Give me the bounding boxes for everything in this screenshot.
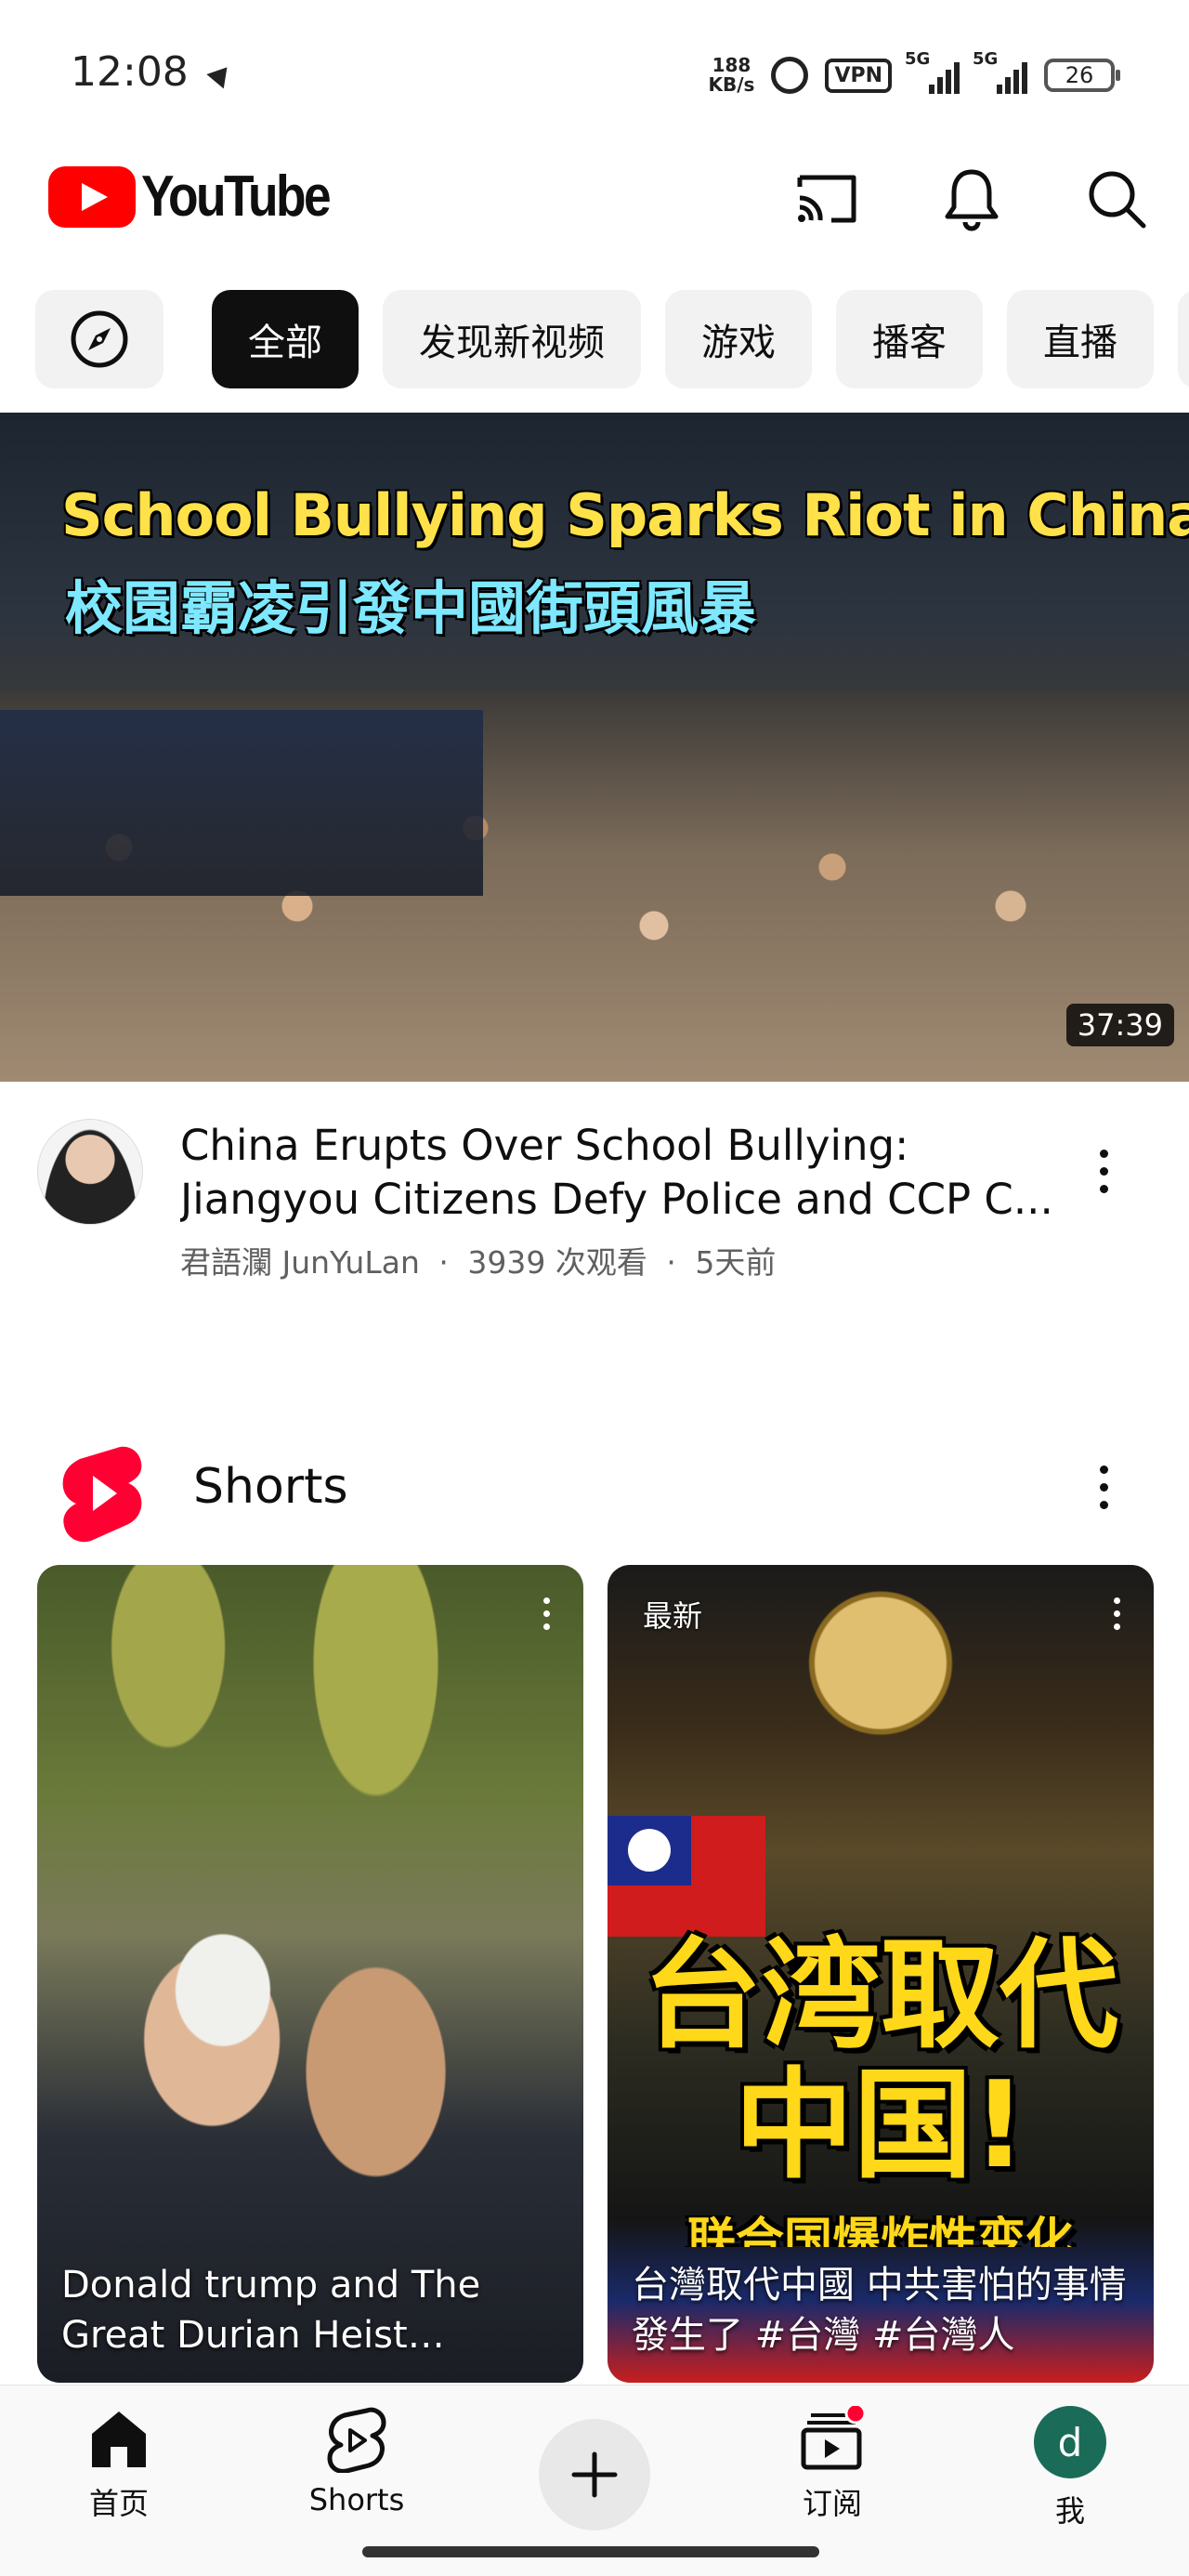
nav-subscriptions[interactable]: 订阅	[758, 2406, 907, 2545]
shorts-section-title: Shorts	[193, 1459, 348, 1515]
video-more-button[interactable]	[1076, 1134, 1131, 1208]
network-speed-value: 188	[712, 54, 751, 76]
location-arrow-icon	[206, 59, 236, 89]
signal-icon-2: 5G	[973, 49, 1027, 94]
view-count: 3939 次观看	[467, 1244, 647, 1281]
chip-discover-new[interactable]: 发现新视频	[383, 290, 641, 388]
meta-separator: ·	[666, 1244, 676, 1281]
battery-level: 26	[1065, 62, 1094, 88]
shorts-logo-icon	[59, 1442, 145, 1548]
thumbnail-title-zh: 校園霸凌引發中國街頭風暴	[65, 574, 757, 642]
account-avatar: d	[1034, 2406, 1106, 2478]
signal-icon-1: 5G	[905, 49, 960, 94]
category-chips: 全部 发现新视频 游戏 播客 直播	[0, 290, 1189, 388]
plus-icon	[571, 2451, 618, 2498]
status-icons: 188 KB/s VPN 5G 5G 26	[708, 49, 1120, 95]
nav-home-label: 首页	[88, 2486, 149, 2521]
upload-age: 5天前	[695, 1244, 777, 1281]
short-card-2[interactable]: 最新 台湾取代 中国! 联合国爆炸性变化 台灣取代中國 中共害怕的事情發生了 #…	[608, 1565, 1154, 2383]
compass-icon	[71, 310, 128, 368]
youtube-play-logo-icon	[48, 165, 136, 228]
notifications-button[interactable]	[934, 162, 1009, 236]
signal-label-2: 5G	[973, 49, 999, 69]
network-speed: 188 KB/s	[708, 56, 754, 95]
chip-podcasts[interactable]: 播客	[836, 290, 983, 388]
thumbnail-title-en: School Bullying Sparks Riot in China	[61, 481, 1189, 549]
app-header: YouTube	[0, 149, 1189, 251]
chip-more[interactable]	[1178, 290, 1189, 388]
nav-me[interactable]: d 我	[996, 2406, 1144, 2545]
chip-all[interactable]: 全部	[212, 290, 359, 388]
short-overlay-line-3: 联合国爆炸性变化	[686, 2215, 1074, 2247]
cast-icon	[797, 175, 856, 223]
short-more-button[interactable]	[1100, 1585, 1133, 1641]
search-icon	[1089, 171, 1146, 229]
video-thumbnail[interactable]: School Bullying Sparks Riot in China 校園霸…	[0, 413, 1189, 1082]
more-vert-icon	[1099, 1149, 1108, 1158]
search-button[interactable]	[1079, 162, 1154, 236]
more-vert-icon	[542, 1597, 550, 1604]
channel-name[interactable]: 君語瀾 JunYuLan	[180, 1244, 420, 1281]
short-caption: 台灣取代中國 中共害怕的事情發生了 #台灣 #台灣人	[632, 2264, 1127, 2357]
short-new-badge: 最新	[643, 1598, 703, 1634]
short-card-1[interactable]: Donald trump and The Great Durian Heist …	[37, 1565, 583, 2383]
youtube-logo[interactable]: YouTube	[48, 164, 359, 230]
more-vert-icon	[1113, 1597, 1120, 1604]
network-speed-unit: KB/s	[708, 73, 755, 96]
meta-separator: ·	[438, 1244, 449, 1281]
more-vert-icon	[1099, 1465, 1108, 1474]
short-overlay-line-2: 中国!	[734, 2057, 1027, 2195]
vpn-badge: VPN	[825, 58, 892, 93]
short-caption: Donald trump and The Great Durian Heist …	[61, 2264, 481, 2357]
gesture-home-bar[interactable]	[362, 2546, 819, 2557]
alarm-icon	[771, 57, 809, 94]
cast-button[interactable]	[790, 162, 864, 236]
nav-me-label: 我	[1054, 2493, 1085, 2529]
nav-shorts[interactable]: Shorts	[282, 2406, 431, 2545]
create-button[interactable]	[539, 2419, 650, 2530]
video-duration-badge: 37:39	[1065, 1004, 1174, 1046]
shorts-icon	[327, 2407, 386, 2473]
taiwan-flag-image	[608, 1816, 765, 1937]
battery-icon: 26	[1044, 59, 1120, 92]
notifications-icon	[945, 169, 999, 231]
chip-live[interactable]: 直播	[1007, 290, 1154, 388]
nav-subscriptions-label: 订阅	[802, 2486, 862, 2521]
youtube-wordmark: YouTube	[141, 164, 332, 229]
thumbnail-police-line-image	[0, 710, 483, 896]
signal-label-1: 5G	[905, 49, 931, 69]
video-title[interactable]: China Erupts Over School Bullying: Jiang…	[180, 1119, 1072, 1227]
channel-avatar[interactable]	[37, 1119, 143, 1225]
shorts-more-button[interactable]	[1076, 1450, 1131, 1524]
status-bar: 12:08 188 KB/s VPN 5G 5G 26	[0, 0, 1189, 139]
nav-shorts-label: Shorts	[308, 2482, 405, 2517]
explore-chip[interactable]	[35, 290, 163, 388]
chip-gaming[interactable]: 游戏	[665, 290, 812, 388]
short-overlay-line-1: 台湾取代	[642, 1926, 1118, 2065]
short-more-button[interactable]	[529, 1585, 563, 1641]
status-time: 12:08	[71, 48, 189, 96]
video-details: China Erupts Over School Bullying: Jiang…	[0, 1111, 1189, 1297]
nav-home[interactable]: 首页	[45, 2406, 193, 2545]
video-metadata: 君語瀾 JunYuLan · 3939 次观看 · 5天前	[180, 1238, 776, 1282]
shorts-section-header: Shorts	[0, 1431, 1189, 1543]
subscriptions-icon	[801, 2406, 867, 2470]
home-icon	[92, 2412, 146, 2467]
